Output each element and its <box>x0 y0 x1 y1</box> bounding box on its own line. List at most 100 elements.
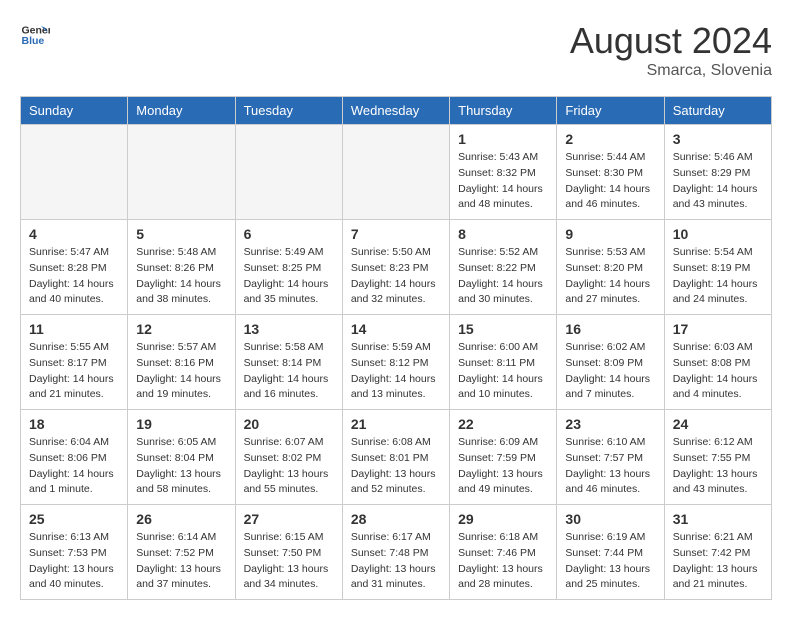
calendar-week-3: 11 Sunrise: 5:55 AM Sunset: 8:17 PM Dayli… <box>21 315 772 410</box>
calendar-table: Sunday Monday Tuesday Wednesday Thursday… <box>20 96 772 600</box>
day-number: 31 <box>673 511 763 527</box>
day-number: 30 <box>565 511 655 527</box>
day-info: Sunrise: 5:44 AM Sunset: 8:30 PM Dayligh… <box>565 150 655 213</box>
header-sunday: Sunday <box>21 97 128 125</box>
calendar-cell: 28 Sunrise: 6:17 AM Sunset: 7:48 PM Dayli… <box>342 505 449 600</box>
day-number: 11 <box>29 321 119 337</box>
calendar-cell: 6 Sunrise: 5:49 AM Sunset: 8:25 PM Daylig… <box>235 220 342 315</box>
calendar-cell: 13Sunrise: 5:58 AM Sunset: 8:14 PM Dayli… <box>235 315 342 410</box>
day-info: Sunrise: 6:10 AM Sunset: 7:57 PM Dayligh… <box>565 435 655 498</box>
day-info: Sunrise: 6:17 AM Sunset: 7:48 PM Dayligh… <box>351 530 441 593</box>
calendar-cell: 9 Sunrise: 5:53 AM Sunset: 8:20 PM Daylig… <box>557 220 664 315</box>
calendar-cell: 10 Sunrise: 5:54 AM Sunset: 8:19 PM Dayli… <box>664 220 771 315</box>
title-area: August 2024 Smarca, Slovenia <box>570 20 772 80</box>
calendar-cell: 12 Sunrise: 5:57 AM Sunset: 8:16 PM Dayli… <box>128 315 235 410</box>
day-info: Sunrise: 5:52 AM Sunset: 8:22 PM Dayligh… <box>458 245 548 308</box>
day-number: 1 <box>458 131 548 147</box>
day-number: 16 <box>565 321 655 337</box>
day-number: 20 <box>244 416 334 432</box>
day-info: Sunrise: 6:05 AM Sunset: 8:04 PM Dayligh… <box>136 435 226 498</box>
calendar-cell: 16 Sunrise: 6:02 AM Sunset: 8:09 PM Dayli… <box>557 315 664 410</box>
header-thursday: Thursday <box>450 97 557 125</box>
day-number: 13 <box>244 321 334 337</box>
day-number: 29 <box>458 511 548 527</box>
day-info: Sunrise: 5:48 AM Sunset: 8:26 PM Dayligh… <box>136 245 226 308</box>
day-info: Sunrise: 5:59 AM Sunset: 8:12 PM Dayligh… <box>351 340 441 403</box>
calendar-cell: 20Sunrise: 6:07 AM Sunset: 8:02 PM Dayli… <box>235 410 342 505</box>
calendar-cell: 11 Sunrise: 5:55 AM Sunset: 8:17 PM Dayli… <box>21 315 128 410</box>
header-saturday: Saturday <box>664 97 771 125</box>
day-number: 18 <box>29 416 119 432</box>
calendar-cell: 19Sunrise: 6:05 AM Sunset: 8:04 PM Dayli… <box>128 410 235 505</box>
calendar-week-5: 25Sunrise: 6:13 AM Sunset: 7:53 PM Dayli… <box>21 505 772 600</box>
day-number: 9 <box>565 226 655 242</box>
day-info: Sunrise: 5:55 AM Sunset: 8:17 PM Dayligh… <box>29 340 119 403</box>
calendar-cell: 27Sunrise: 6:15 AM Sunset: 7:50 PM Dayli… <box>235 505 342 600</box>
calendar-cell: 21 Sunrise: 6:08 AM Sunset: 8:01 PM Dayli… <box>342 410 449 505</box>
day-info: Sunrise: 5:53 AM Sunset: 8:20 PM Dayligh… <box>565 245 655 308</box>
day-number: 21 <box>351 416 441 432</box>
calendar-cell: 1 Sunrise: 5:43 AM Sunset: 8:32 PM Daylig… <box>450 125 557 220</box>
day-info: Sunrise: 6:04 AM Sunset: 8:06 PM Dayligh… <box>29 435 119 498</box>
day-number: 8 <box>458 226 548 242</box>
day-number: 25 <box>29 511 119 527</box>
day-number: 2 <box>565 131 655 147</box>
calendar-cell: 5Sunrise: 5:48 AM Sunset: 8:26 PM Daylig… <box>128 220 235 315</box>
svg-text:Blue: Blue <box>22 35 45 47</box>
calendar-cell: 15Sunrise: 6:00 AM Sunset: 8:11 PM Dayli… <box>450 315 557 410</box>
day-number: 4 <box>29 226 119 242</box>
header-wednesday: Wednesday <box>342 97 449 125</box>
day-info: Sunrise: 5:43 AM Sunset: 8:32 PM Dayligh… <box>458 150 548 213</box>
day-info: Sunrise: 5:49 AM Sunset: 8:25 PM Dayligh… <box>244 245 334 308</box>
calendar-cell: 14 Sunrise: 5:59 AM Sunset: 8:12 PM Dayli… <box>342 315 449 410</box>
logo-icon: General Blue <box>20 20 50 50</box>
header-monday: Monday <box>128 97 235 125</box>
day-info: Sunrise: 6:08 AM Sunset: 8:01 PM Dayligh… <box>351 435 441 498</box>
calendar-cell: 3Sunrise: 5:46 AM Sunset: 8:29 PM Daylig… <box>664 125 771 220</box>
calendar-week-4: 18 Sunrise: 6:04 AM Sunset: 8:06 PM Dayli… <box>21 410 772 505</box>
calendar-cell: 2 Sunrise: 5:44 AM Sunset: 8:30 PM Daylig… <box>557 125 664 220</box>
calendar-cell: 4 Sunrise: 5:47 AM Sunset: 8:28 PM Daylig… <box>21 220 128 315</box>
calendar-cell: 24 Sunrise: 6:12 AM Sunset: 7:55 PM Dayli… <box>664 410 771 505</box>
day-number: 10 <box>673 226 763 242</box>
calendar-cell <box>21 125 128 220</box>
day-number: 22 <box>458 416 548 432</box>
day-number: 15 <box>458 321 548 337</box>
calendar-cell: 23 Sunrise: 6:10 AM Sunset: 7:57 PM Dayli… <box>557 410 664 505</box>
day-number: 14 <box>351 321 441 337</box>
day-info: Sunrise: 6:02 AM Sunset: 8:09 PM Dayligh… <box>565 340 655 403</box>
day-info: Sunrise: 5:57 AM Sunset: 8:16 PM Dayligh… <box>136 340 226 403</box>
day-number: 24 <box>673 416 763 432</box>
day-number: 6 <box>244 226 334 242</box>
day-info: Sunrise: 6:12 AM Sunset: 7:55 PM Dayligh… <box>673 435 763 498</box>
calendar-cell: 18 Sunrise: 6:04 AM Sunset: 8:06 PM Dayli… <box>21 410 128 505</box>
day-info: Sunrise: 5:47 AM Sunset: 8:28 PM Dayligh… <box>29 245 119 308</box>
calendar-week-2: 4 Sunrise: 5:47 AM Sunset: 8:28 PM Daylig… <box>21 220 772 315</box>
day-info: Sunrise: 5:54 AM Sunset: 8:19 PM Dayligh… <box>673 245 763 308</box>
day-info: Sunrise: 5:50 AM Sunset: 8:23 PM Dayligh… <box>351 245 441 308</box>
day-info: Sunrise: 6:19 AM Sunset: 7:44 PM Dayligh… <box>565 530 655 593</box>
location: Smarca, Slovenia <box>570 62 772 80</box>
calendar-cell <box>342 125 449 220</box>
day-number: 28 <box>351 511 441 527</box>
day-info: Sunrise: 5:46 AM Sunset: 8:29 PM Dayligh… <box>673 150 763 213</box>
day-number: 26 <box>136 511 226 527</box>
calendar-cell: 30 Sunrise: 6:19 AM Sunset: 7:44 PM Dayli… <box>557 505 664 600</box>
page-header: General Blue August 2024 Smarca, Sloveni… <box>20 20 772 80</box>
day-info: Sunrise: 6:18 AM Sunset: 7:46 PM Dayligh… <box>458 530 548 593</box>
header-friday: Friday <box>557 97 664 125</box>
day-number: 23 <box>565 416 655 432</box>
calendar-cell: 8 Sunrise: 5:52 AM Sunset: 8:22 PM Daylig… <box>450 220 557 315</box>
calendar-cell: 31 Sunrise: 6:21 AM Sunset: 7:42 PM Dayli… <box>664 505 771 600</box>
calendar-cell <box>128 125 235 220</box>
day-info: Sunrise: 6:09 AM Sunset: 7:59 PM Dayligh… <box>458 435 548 498</box>
calendar-cell: 17Sunrise: 6:03 AM Sunset: 8:08 PM Dayli… <box>664 315 771 410</box>
day-number: 12 <box>136 321 226 337</box>
calendar-week-1: 1 Sunrise: 5:43 AM Sunset: 8:32 PM Daylig… <box>21 125 772 220</box>
logo: General Blue <box>20 20 50 50</box>
calendar-cell: 26 Sunrise: 6:14 AM Sunset: 7:52 PM Dayli… <box>128 505 235 600</box>
day-info: Sunrise: 6:21 AM Sunset: 7:42 PM Dayligh… <box>673 530 763 593</box>
day-number: 7 <box>351 226 441 242</box>
day-number: 17 <box>673 321 763 337</box>
day-info: Sunrise: 6:14 AM Sunset: 7:52 PM Dayligh… <box>136 530 226 593</box>
